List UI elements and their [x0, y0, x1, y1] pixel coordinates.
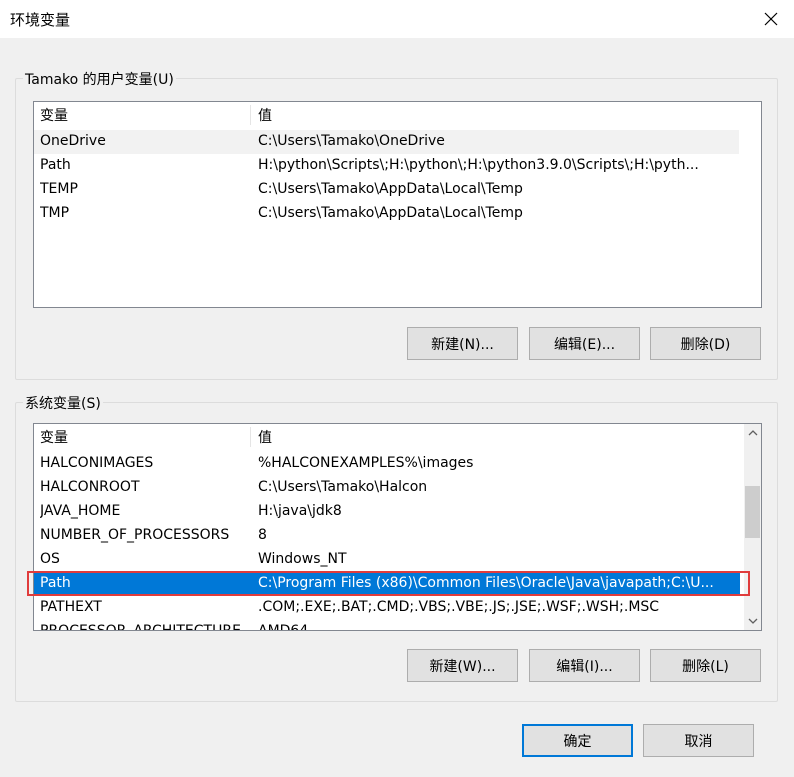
user-new-button[interactable]: 新建(N)... — [407, 327, 518, 360]
var-name: HALCONROOT — [40, 479, 140, 495]
var-value: Windows_NT — [258, 551, 347, 567]
user-vars-group-label: Tamako 的用户变量(U) — [23, 69, 176, 89]
list-header[interactable]: 变量 值 — [34, 102, 744, 126]
system-new-button[interactable]: 新建(W)... — [407, 649, 518, 682]
window-title: 环境变量 — [10, 11, 71, 29]
system-delete-button[interactable]: 删除(L) — [650, 649, 761, 682]
cancel-button[interactable]: 取消 — [643, 724, 754, 757]
var-value: H:\python\Scripts\;H:\python\;H:\python3… — [258, 157, 699, 173]
list-item[interactable]: OneDrive C:\Users\Tamako\OneDrive — [34, 130, 739, 154]
var-value: 8 — [258, 527, 267, 543]
var-name: PATHEXT — [40, 599, 102, 615]
var-value: H:\java\jdk8 — [258, 503, 342, 519]
user-delete-button[interactable]: 删除(D) — [650, 327, 761, 360]
user-edit-button[interactable]: 编辑(E)... — [529, 327, 640, 360]
system-vars-group-label: 系统变量(S) — [23, 393, 103, 413]
var-name: OS — [40, 551, 60, 567]
vertical-scrollbar[interactable] — [744, 424, 761, 630]
var-value: AMD64 — [258, 623, 309, 631]
scroll-up-button[interactable] — [744, 424, 761, 441]
list-header[interactable]: 变量 值 — [34, 424, 744, 448]
var-value: C:\Users\Tamako\AppData\Local\Temp — [258, 205, 523, 221]
system-vars-list[interactable]: 变量 值 HALCONIMAGES %HALCONEXAMPLES%\image… — [33, 423, 762, 631]
list-item[interactable]: PATHEXT .COM;.EXE;.BAT;.CMD;.VBS;.VBE;.J… — [34, 596, 740, 620]
list-item[interactable]: HALCONROOT C:\Users\Tamako\Halcon — [34, 476, 740, 500]
chevron-up-icon — [748, 429, 757, 435]
var-name: OneDrive — [40, 133, 106, 149]
column-header-name[interactable]: 变量 — [40, 427, 250, 447]
chevron-down-icon — [748, 618, 757, 624]
column-divider[interactable] — [250, 105, 251, 125]
scroll-down-button[interactable] — [744, 612, 761, 629]
var-value: .COM;.EXE;.BAT;.CMD;.VBS;.VBE;.JS;.JSE;.… — [258, 599, 660, 615]
column-header-name[interactable]: 变量 — [40, 105, 250, 125]
var-name: JAVA_HOME — [40, 503, 121, 519]
list-item[interactable]: TMP C:\Users\Tamako\AppData\Local\Temp — [34, 202, 739, 226]
var-value: %HALCONEXAMPLES%\images — [258, 455, 474, 471]
close-button[interactable] — [748, 0, 794, 38]
column-header-value[interactable]: 值 — [258, 105, 743, 125]
var-name: Path — [40, 157, 71, 173]
var-name: HALCONIMAGES — [40, 455, 154, 471]
scrollbar-thumb[interactable] — [745, 486, 760, 538]
var-value: C:\Users\Tamako\OneDrive — [258, 133, 445, 149]
column-header-value[interactable]: 值 — [258, 427, 743, 447]
title-bar: 环境变量 — [0, 0, 794, 38]
user-vars-list[interactable]: 变量 值 OneDrive C:\Users\Tamako\OneDrive P… — [33, 101, 762, 308]
highlight-box — [27, 571, 750, 596]
list-item[interactable]: TEMP C:\Users\Tamako\AppData\Local\Temp — [34, 178, 739, 202]
list-item[interactable]: JAVA_HOME H:\java\jdk8 — [34, 500, 740, 524]
var-value: C:\Users\Tamako\Halcon — [258, 479, 428, 495]
list-item[interactable]: NUMBER_OF_PROCESSORS 8 — [34, 524, 740, 548]
var-name: TMP — [40, 205, 70, 221]
list-item[interactable]: HALCONIMAGES %HALCONEXAMPLES%\images — [34, 452, 740, 476]
var-name: PROCESSOR_ARCHITECTURE — [40, 623, 241, 631]
column-divider[interactable] — [250, 427, 251, 447]
var-name: NUMBER_OF_PROCESSORS — [40, 527, 230, 543]
var-name: TEMP — [40, 181, 78, 197]
var-value: C:\Users\Tamako\AppData\Local\Temp — [258, 181, 523, 197]
list-item[interactable]: Path H:\python\Scripts\;H:\python\;H:\py… — [34, 154, 739, 178]
list-item[interactable]: PROCESSOR_ARCHITECTURE AMD64 — [34, 620, 740, 631]
ok-button[interactable]: 确定 — [522, 724, 633, 757]
system-edit-button[interactable]: 编辑(I)... — [529, 649, 640, 682]
list-item[interactable]: OS Windows_NT — [34, 548, 740, 572]
close-icon — [764, 12, 778, 26]
